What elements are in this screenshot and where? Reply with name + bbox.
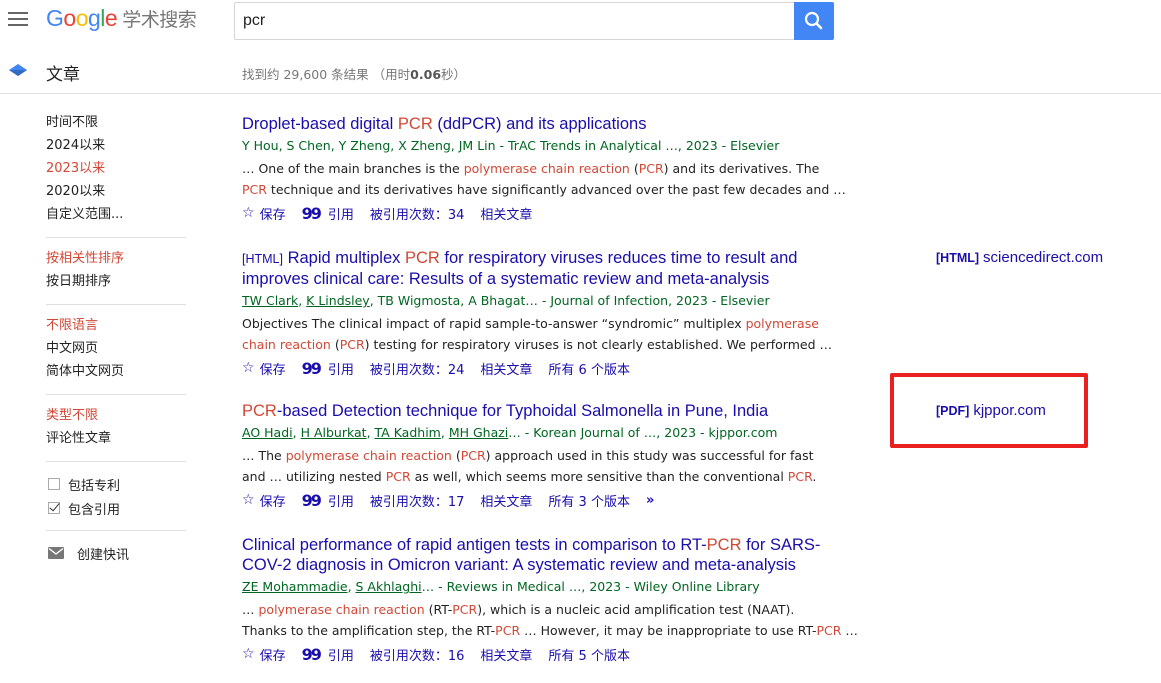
result-snippet: Objectives The clinical impact of rapid … <box>242 316 832 352</box>
star-icon: ☆ <box>242 205 255 221</box>
quote-icon: 99 <box>301 490 322 510</box>
cited-by-link[interactable]: 被引用次数：24 <box>370 359 465 378</box>
language-simplified-chinese[interactable]: 简体中文网页 <box>46 361 186 384</box>
time-filter-any[interactable]: 时间不限 <box>46 112 186 135</box>
author-link[interactable]: TA Kadhim <box>375 425 441 440</box>
result-snippet: … The polymerase chain reaction (PCR) ap… <box>242 448 817 484</box>
time-filter-2023[interactable]: 2023以来 <box>46 158 186 181</box>
quote-icon: 99 <box>301 644 322 664</box>
sidebar: 时间不限 2024以来 2023以来 2020以来 自定义范围... 按相关性排… <box>46 112 186 565</box>
logo-suffix: 学术搜索 <box>122 9 197 31</box>
result-authors: ZE Mohammadie, S Akhlaghi… - Reviews in … <box>242 579 760 594</box>
result-actions: ☆ 保存 99 引用 被引用次数：16 相关文章 所有 5 个版本 <box>242 643 862 665</box>
star-icon: ☆ <box>242 646 255 662</box>
search-box <box>234 2 834 40</box>
envelope-icon <box>48 547 64 559</box>
star-icon: ☆ <box>242 360 255 376</box>
type-group: 类型不限 评论性文章 <box>46 405 186 462</box>
subheader: 文章 找到约 29,600 条结果 （用时0.06秒） <box>0 50 1161 94</box>
sort-group: 按相关性排序 按日期排序 <box>46 248 186 305</box>
time-filter-custom[interactable]: 自定义范围... <box>46 204 186 227</box>
cite-button[interactable]: 99 引用 <box>302 645 354 664</box>
checkbox-checked-icon <box>48 502 60 514</box>
search-button[interactable] <box>794 2 834 40</box>
result-title[interactable]: PCR-based Detection technique for Typhoi… <box>242 401 862 421</box>
author-link[interactable]: ZE Mohammadie <box>242 579 348 594</box>
author-link[interactable]: AO Hadi <box>242 425 293 440</box>
time-filter-group: 时间不限 2024以来 2023以来 2020以来 自定义范围... <box>46 112 186 238</box>
google-scholar-logo[interactable]: Google 学术搜索 <box>46 5 197 32</box>
quote-icon: 99 <box>301 203 322 223</box>
result-stats: 找到约 29,600 条结果 （用时0.06秒） <box>242 67 467 82</box>
search-input[interactable] <box>235 3 795 39</box>
checkbox-group: 包括专利 包含引用 <box>46 472 186 531</box>
result-item: Clinical performance of rapid antigen te… <box>242 535 862 665</box>
cite-button[interactable]: 99 引用 <box>302 204 354 223</box>
result-actions: ☆ 保存 99 引用 被引用次数：34 相关文章 <box>242 202 862 224</box>
language-chinese[interactable]: 中文网页 <box>46 338 186 361</box>
type-review[interactable]: 评论性文章 <box>46 428 186 451</box>
format-tag: [HTML] <box>242 252 283 266</box>
save-button[interactable]: ☆ 保存 <box>242 359 286 378</box>
all-versions-link[interactable]: 所有 5 个版本 <box>548 645 630 664</box>
result-authors: Y Hou, S Chen, Y Zheng, X Zheng, JM Lin … <box>242 138 780 153</box>
result-title[interactable]: Clinical performance of rapid antigen te… <box>242 535 862 575</box>
related-articles-link[interactable]: 相关文章 <box>480 645 532 664</box>
author-link[interactable]: MH Ghazi <box>449 425 508 440</box>
all-versions-link[interactable]: 所有 3 个版本 <box>548 491 630 510</box>
result-actions: ☆ 保存 99 引用 被引用次数：17 相关文章 所有 3 个版本 » <box>242 489 862 511</box>
cited-by-link[interactable]: 被引用次数：17 <box>370 491 465 510</box>
time-filter-2020[interactable]: 2020以来 <box>46 181 186 204</box>
fulltext-link-html[interactable]: [HTML] sciencedirect.com <box>936 249 1103 266</box>
cite-button[interactable]: 99 引用 <box>302 491 354 510</box>
search-icon <box>804 11 823 30</box>
time-filter-2024[interactable]: 2024以来 <box>46 135 186 158</box>
annotation-highlight-box <box>890 373 1088 448</box>
sort-by-date[interactable]: 按日期排序 <box>46 271 186 294</box>
result-actions: ☆ 保存 99 引用 被引用次数：24 相关文章 所有 6 个版本 <box>242 357 862 379</box>
related-articles-link[interactable]: 相关文章 <box>480 491 532 510</box>
language-group: 不限语言 中文网页 简体中文网页 <box>46 315 186 395</box>
star-icon: ☆ <box>242 492 255 508</box>
result-authors: AO Hadi, H Alburkat, TA Kadhim, MH Ghazi… <box>242 425 778 440</box>
include-patents-checkbox[interactable]: 包括专利 <box>46 472 186 496</box>
result-snippet: … polymerase chain reaction (RT-PCR), wh… <box>242 602 858 638</box>
cited-by-link[interactable]: 被引用次数：16 <box>370 645 465 664</box>
create-alert-label: 创建快讯 <box>77 547 130 563</box>
checkbox-unchecked-icon <box>48 478 60 490</box>
type-any[interactable]: 类型不限 <box>46 405 186 428</box>
section-title: 文章 <box>46 65 80 85</box>
header: Google 学术搜索 <box>0 0 1161 44</box>
result-item: [HTML] Rapid multiplex PCR for respirato… <box>242 248 862 379</box>
author-link[interactable]: H Alburkat <box>301 425 367 440</box>
save-button[interactable]: ☆ 保存 <box>242 204 286 223</box>
save-button[interactable]: ☆ 保存 <box>242 491 286 510</box>
author-link[interactable]: K Lindsley <box>306 293 370 308</box>
result-title[interactable]: [HTML] Rapid multiplex PCR for respirato… <box>242 248 862 289</box>
result-title[interactable]: Droplet-based digital PCR (ddPCR) and it… <box>242 114 862 134</box>
save-button[interactable]: ☆ 保存 <box>242 645 286 664</box>
include-patents-label: 包括专利 <box>68 478 121 494</box>
related-articles-link[interactable]: 相关文章 <box>480 204 532 223</box>
include-citations-checkbox[interactable]: 包含引用 <box>46 496 186 520</box>
create-alert-link[interactable]: 创建快讯 <box>46 541 186 565</box>
more-options-icon[interactable]: » <box>646 493 655 508</box>
cited-by-link[interactable]: 被引用次数：34 <box>370 204 465 223</box>
scholar-cap-icon <box>9 64 27 76</box>
result-item: Droplet-based digital PCR (ddPCR) and it… <box>242 114 862 224</box>
result-item: PCR-based Detection technique for Typhoi… <box>242 401 862 511</box>
result-snippet: … One of the main branches is the polyme… <box>242 161 846 197</box>
include-citations-label: 包含引用 <box>68 502 121 518</box>
sort-by-relevance[interactable]: 按相关性排序 <box>46 248 186 271</box>
related-articles-link[interactable]: 相关文章 <box>480 359 532 378</box>
result-authors: TW Clark, K Lindsley, TB Wigmosta, A Bha… <box>242 293 770 308</box>
quote-icon: 99 <box>301 358 322 378</box>
author-link[interactable]: S Akhlaghi <box>356 579 422 594</box>
cite-button[interactable]: 99 引用 <box>302 359 354 378</box>
menu-icon[interactable] <box>8 12 28 28</box>
author-link[interactable]: TW Clark <box>242 293 298 308</box>
language-any[interactable]: 不限语言 <box>46 315 186 338</box>
all-versions-link[interactable]: 所有 6 个版本 <box>548 359 630 378</box>
